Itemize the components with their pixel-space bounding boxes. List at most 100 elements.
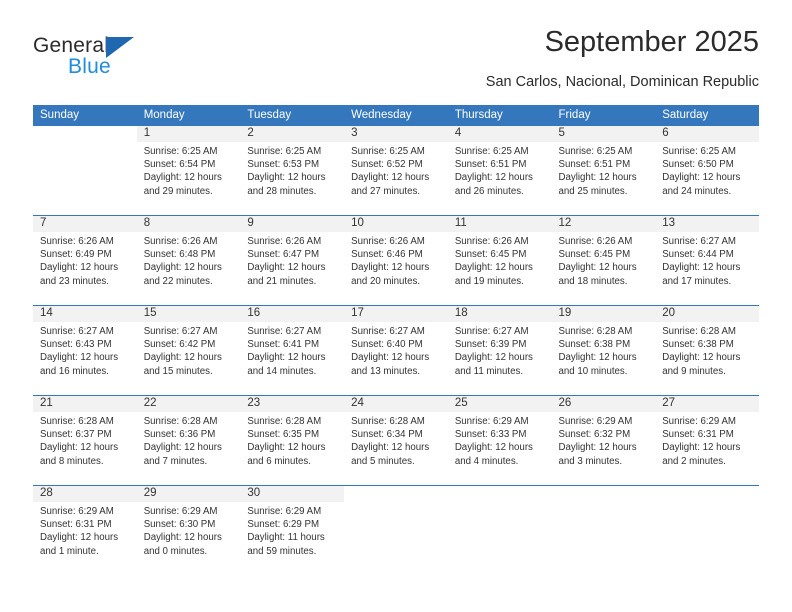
day-number: 8 bbox=[136, 216, 241, 232]
calendar-day-cell[interactable]: 14 Sunrise: 6:27 AM Sunset: 6:43 PM Dayligh… bbox=[33, 305, 137, 396]
weekday-header-sunday: Sunday bbox=[33, 105, 137, 126]
calendar-day-cell[interactable]: 27 Sunrise: 6:29 AM Sunset: 6:31 PM Dayligh… bbox=[655, 395, 759, 486]
day-number: 9 bbox=[240, 216, 345, 232]
calendar-day-cell[interactable]: 7 Sunrise: 6:26 AM Sunset: 6:49 PM Daylight… bbox=[33, 215, 137, 306]
daylight-text-line2: and 8 minutes. bbox=[40, 455, 104, 467]
day-number: 19 bbox=[551, 306, 656, 322]
day-number: 10 bbox=[344, 216, 448, 232]
day-sun-info: Sunrise: 6:26 AM Sunset: 6:45 PM Daylight:… bbox=[552, 232, 656, 288]
sunrise-text: Sunrise: 6:28 AM bbox=[247, 416, 322, 427]
day-number: 3 bbox=[344, 126, 448, 142]
day-number: 30 bbox=[240, 486, 345, 502]
sunrise-text: Sunrise: 6:29 AM bbox=[454, 416, 529, 427]
sunrise-text: Sunrise: 6:29 AM bbox=[143, 506, 218, 517]
sunrise-text: Sunrise: 6:27 AM bbox=[454, 326, 529, 337]
calendar-day-cell[interactable]: 6 Sunrise: 6:25 AM Sunset: 6:50 PM Daylight… bbox=[655, 126, 759, 216]
calendar-day-cell[interactable]: 19 Sunrise: 6:28 AM Sunset: 6:38 PM Dayligh… bbox=[551, 305, 656, 396]
daylight-text-line1: Daylight: 12 hours bbox=[143, 352, 222, 364]
calendar-day-cell[interactable]: 22 Sunrise: 6:28 AM Sunset: 6:36 PM Dayligh… bbox=[136, 395, 241, 486]
calendar-day-cell[interactable]: 23 Sunrise: 6:28 AM Sunset: 6:35 PM Dayligh… bbox=[240, 395, 345, 486]
sunset-text: Sunset: 6:45 PM bbox=[454, 249, 527, 261]
day-sun-info: Sunrise: 6:28 AM Sunset: 6:36 PM Daylight:… bbox=[137, 412, 241, 468]
calendar-day-cell[interactable]: 15 Sunrise: 6:27 AM Sunset: 6:42 PM Dayligh… bbox=[136, 305, 241, 396]
calendar-day-cell-empty bbox=[551, 485, 656, 575]
day-number: 24 bbox=[344, 396, 448, 412]
sunrise-text: Sunrise: 6:28 AM bbox=[351, 416, 425, 427]
calendar-day-cell[interactable]: 20 Sunrise: 6:28 AM Sunset: 6:38 PM Dayligh… bbox=[655, 305, 759, 396]
sunset-text: Sunset: 6:51 PM bbox=[558, 159, 631, 171]
calendar-day-cell[interactable]: 18 Sunrise: 6:27 AM Sunset: 6:39 PM Dayligh… bbox=[447, 305, 552, 396]
day-sun-info: Sunrise: 6:29 AM Sunset: 6:31 PM Daylight:… bbox=[655, 412, 759, 468]
calendar-day-cell[interactable]: 16 Sunrise: 6:27 AM Sunset: 6:41 PM Dayligh… bbox=[240, 305, 345, 396]
daylight-text-line2: and 25 minutes. bbox=[558, 185, 628, 197]
calendar-day-cell[interactable]: 30 Sunrise: 6:29 AM Sunset: 6:29 PM Dayligh… bbox=[240, 485, 345, 575]
sunrise-text: Sunrise: 6:27 AM bbox=[40, 326, 114, 337]
sunrise-text: Sunrise: 6:25 AM bbox=[247, 146, 322, 157]
calendar-day-cell[interactable]: 28 Sunrise: 6:29 AM Sunset: 6:31 PM Dayligh… bbox=[33, 485, 137, 575]
day-sun-info: Sunrise: 6:27 AM Sunset: 6:43 PM Daylight:… bbox=[33, 322, 137, 378]
daylight-text-line1: Daylight: 12 hours bbox=[662, 262, 741, 274]
calendar-day-cell[interactable]: 12 Sunrise: 6:26 AM Sunset: 6:45 PM Dayligh… bbox=[551, 215, 656, 306]
sunrise-text: Sunrise: 6:26 AM bbox=[351, 236, 425, 247]
daylight-text-line2: and 6 minutes. bbox=[247, 455, 311, 467]
weekday-header-monday: Monday bbox=[136, 105, 241, 126]
general-blue-logo[interactable]: General Blue bbox=[33, 34, 213, 84]
daylight-text-line2: and 5 minutes. bbox=[351, 455, 415, 467]
sunrise-text: Sunrise: 6:28 AM bbox=[143, 416, 218, 427]
sunset-text: Sunset: 6:46 PM bbox=[351, 249, 423, 261]
daylight-text-line1: Daylight: 12 hours bbox=[40, 262, 119, 274]
sunrise-text: Sunrise: 6:29 AM bbox=[40, 506, 114, 517]
weekday-header-saturday: Saturday bbox=[655, 105, 759, 126]
daylight-text-line1: Daylight: 12 hours bbox=[662, 352, 741, 364]
day-number: 18 bbox=[447, 306, 552, 322]
daylight-text-line2: and 28 minutes. bbox=[247, 185, 317, 197]
sunrise-text: Sunrise: 6:26 AM bbox=[454, 236, 529, 247]
calendar-day-cell[interactable]: 29 Sunrise: 6:29 AM Sunset: 6:30 PM Dayligh… bbox=[136, 485, 241, 575]
calendar-grid: Sunday Monday Tuesday Wednesday Thursday… bbox=[33, 105, 759, 575]
calendar-day-cell[interactable]: 2 Sunrise: 6:25 AM Sunset: 6:53 PM Daylight… bbox=[240, 126, 345, 216]
sunrise-text: Sunrise: 6:29 AM bbox=[558, 416, 633, 427]
daylight-text-line2: and 15 minutes. bbox=[143, 365, 213, 377]
day-number: 4 bbox=[447, 126, 552, 142]
daylight-text-line1: Daylight: 12 hours bbox=[558, 442, 637, 454]
sunset-text: Sunset: 6:41 PM bbox=[247, 339, 320, 351]
calendar-day-cell[interactable]: 26 Sunrise: 6:29 AM Sunset: 6:32 PM Dayligh… bbox=[551, 395, 656, 486]
sunset-text: Sunset: 6:39 PM bbox=[454, 339, 527, 351]
calendar-day-cell[interactable]: 3 Sunrise: 6:25 AM Sunset: 6:52 PM Daylight… bbox=[344, 126, 448, 216]
day-number: 22 bbox=[136, 396, 241, 412]
day-sun-info: Sunrise: 6:25 AM Sunset: 6:52 PM Daylight:… bbox=[344, 142, 448, 198]
calendar-day-cell[interactable]: 4 Sunrise: 6:25 AM Sunset: 6:51 PM Daylight… bbox=[447, 126, 552, 216]
day-sun-info: Sunrise: 6:25 AM Sunset: 6:54 PM Daylight:… bbox=[137, 142, 241, 198]
calendar-week-row: 28 Sunrise: 6:29 AM Sunset: 6:31 PM Dayligh… bbox=[33, 485, 759, 575]
day-number: 20 bbox=[655, 306, 759, 322]
day-sun-info: Sunrise: 6:28 AM Sunset: 6:35 PM Daylight:… bbox=[240, 412, 344, 468]
daylight-text-line2: and 27 minutes. bbox=[351, 185, 421, 197]
calendar-day-cell[interactable]: 1 Sunrise: 6:25 AM Sunset: 6:54 PM Daylight… bbox=[136, 126, 241, 216]
day-sun-info: Sunrise: 6:28 AM Sunset: 6:34 PM Daylight:… bbox=[344, 412, 448, 468]
day-number: 5 bbox=[551, 126, 656, 142]
daylight-text-line1: Daylight: 12 hours bbox=[454, 442, 533, 454]
calendar-day-cell[interactable]: 9 Sunrise: 6:26 AM Sunset: 6:47 PM Daylight… bbox=[240, 215, 345, 306]
calendar-day-cell[interactable]: 24 Sunrise: 6:28 AM Sunset: 6:34 PM Dayligh… bbox=[344, 395, 448, 486]
daylight-text-line2: and 21 minutes. bbox=[247, 275, 317, 287]
calendar-day-cell[interactable]: 10 Sunrise: 6:26 AM Sunset: 6:46 PM Dayligh… bbox=[344, 215, 448, 306]
calendar-day-cell[interactable]: 11 Sunrise: 6:26 AM Sunset: 6:45 PM Dayligh… bbox=[447, 215, 552, 306]
calendar-day-cell[interactable]: 5 Sunrise: 6:25 AM Sunset: 6:51 PM Daylight… bbox=[551, 126, 656, 216]
calendar-day-cell[interactable]: 17 Sunrise: 6:27 AM Sunset: 6:40 PM Dayligh… bbox=[344, 305, 448, 396]
daylight-text-line1: Daylight: 12 hours bbox=[662, 442, 741, 454]
calendar-day-cell[interactable]: 21 Sunrise: 6:28 AM Sunset: 6:37 PM Dayligh… bbox=[33, 395, 137, 486]
day-sun-info: Sunrise: 6:29 AM Sunset: 6:33 PM Daylight:… bbox=[448, 412, 552, 468]
daylight-text-line1: Daylight: 12 hours bbox=[247, 262, 326, 274]
sunset-text: Sunset: 6:51 PM bbox=[454, 159, 527, 171]
page-location: San Carlos, Nacional, Dominican Republic bbox=[485, 74, 759, 90]
daylight-text-line1: Daylight: 12 hours bbox=[247, 352, 326, 364]
page-header: General Blue September 2025 San Carlos, … bbox=[33, 26, 759, 98]
calendar-day-cell[interactable]: 25 Sunrise: 6:29 AM Sunset: 6:33 PM Dayligh… bbox=[447, 395, 552, 486]
sunset-text: Sunset: 6:37 PM bbox=[40, 429, 112, 441]
day-number: 28 bbox=[33, 486, 137, 502]
daylight-text-line1: Daylight: 12 hours bbox=[351, 262, 430, 274]
day-sun-info: Sunrise: 6:26 AM Sunset: 6:47 PM Daylight:… bbox=[240, 232, 344, 288]
calendar-day-cell[interactable]: 13 Sunrise: 6:27 AM Sunset: 6:44 PM Dayligh… bbox=[655, 215, 759, 306]
calendar-day-cell[interactable]: 8 Sunrise: 6:26 AM Sunset: 6:48 PM Daylight… bbox=[136, 215, 241, 306]
daylight-text-line1: Daylight: 12 hours bbox=[247, 172, 326, 184]
